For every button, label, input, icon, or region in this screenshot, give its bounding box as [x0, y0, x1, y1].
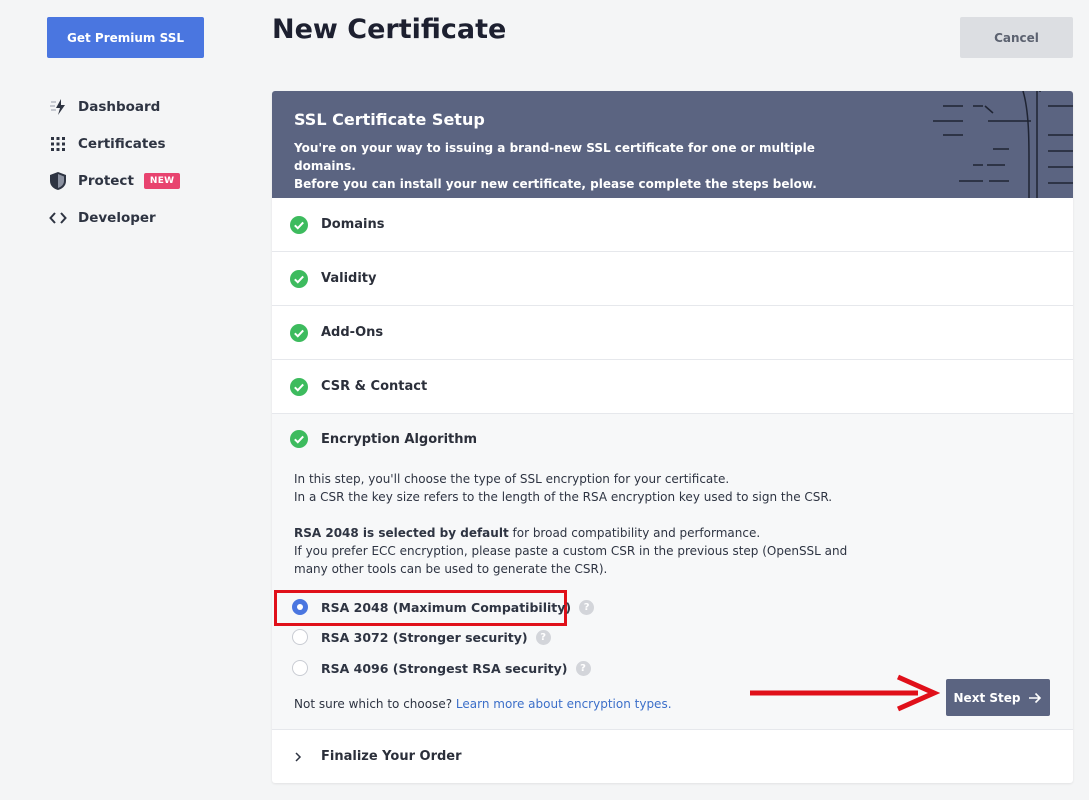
- step-label: Finalize Your Order: [321, 749, 462, 764]
- radio-rsa-2048[interactable]: RSA 2048 (Maximum Compatibility) ?: [292, 599, 595, 615]
- intro-line: In a CSR the key size refers to the leng…: [294, 490, 833, 504]
- encryption-intro: In this step, you'll choose the type of …: [294, 470, 854, 506]
- radio-label: RSA 2048 (Maximum Compatibility): [321, 599, 572, 615]
- step-validity[interactable]: Validity: [272, 252, 1073, 306]
- sidebar-item-label: Developer: [78, 209, 156, 226]
- new-badge: NEW: [143, 172, 181, 189]
- check-circle-icon: [290, 269, 308, 288]
- radio-button[interactable]: [292, 629, 308, 645]
- encryption-default-note: RSA 2048 is selected by default for broa…: [294, 524, 854, 578]
- radio-button-selected[interactable]: [292, 599, 308, 615]
- circuit-decoration-icon: [933, 91, 1073, 198]
- check-circle-icon: [290, 377, 308, 396]
- hero-desc-line: You're on your way to issuing a brand-ne…: [294, 141, 815, 173]
- radio-rsa-4096[interactable]: RSA 4096 (Strongest RSA security) ?: [292, 660, 591, 676]
- default-note-bold: RSA 2048 is selected by default: [294, 526, 509, 540]
- page-title: New Certificate: [272, 14, 507, 45]
- step-label: CSR & Contact: [321, 379, 428, 394]
- red-arrow-annotation-icon: [750, 674, 940, 712]
- sidebar-item-certificates[interactable]: Certificates: [48, 125, 180, 162]
- help-icon[interactable]: ?: [579, 599, 595, 615]
- radio-button[interactable]: [292, 660, 308, 676]
- radio-label: RSA 3072 (Stronger security): [321, 629, 528, 645]
- grid-icon: [48, 134, 68, 154]
- default-note-rest: for broad compatibility and performance.: [508, 526, 761, 540]
- step-encryption-algorithm: Encryption Algorithm In this step, you'l…: [272, 414, 1073, 730]
- radio-rsa-3072[interactable]: RSA 3072 (Stronger security) ?: [292, 629, 551, 645]
- sidebar-item-label: Certificates: [78, 135, 166, 152]
- default-note-line: If you prefer ECC encryption, please pas…: [294, 544, 848, 558]
- sidebar-item-label: Protect: [78, 172, 134, 189]
- step-csr-contact[interactable]: CSR & Contact: [272, 360, 1073, 414]
- chevron-right-icon: [295, 751, 302, 762]
- setup-hero-banner: SSL Certificate Setup You're on your way…: [272, 91, 1073, 198]
- step-header[interactable]: Encryption Algorithm: [272, 414, 1073, 464]
- hint-text: Not sure which to choose?: [294, 697, 456, 711]
- intro-line: In this step, you'll choose the type of …: [294, 472, 730, 486]
- code-icon: [48, 208, 68, 228]
- help-icon[interactable]: ?: [535, 629, 551, 645]
- step-label: Domains: [321, 217, 385, 232]
- check-circle-icon: [290, 215, 308, 234]
- cancel-button[interactable]: Cancel: [960, 17, 1073, 58]
- learn-more-link[interactable]: Learn more about encryption types.: [456, 697, 672, 711]
- certificate-setup-card: SSL Certificate Setup You're on your way…: [272, 91, 1073, 783]
- arrow-right-icon: [1029, 692, 1042, 703]
- hero-desc-line: Before you can install your new certific…: [294, 177, 817, 191]
- step-label: Add-Ons: [321, 325, 384, 340]
- sidebar-item-developer[interactable]: Developer: [48, 199, 180, 236]
- help-icon[interactable]: ?: [575, 660, 591, 676]
- hero-title: SSL Certificate Setup: [294, 110, 485, 129]
- default-note-line: many other tools can be used to generate…: [294, 562, 608, 576]
- encryption-help-hint: Not sure which to choose? Learn more abo…: [294, 697, 672, 711]
- get-premium-ssl-button[interactable]: Get Premium SSL: [47, 17, 204, 58]
- check-circle-icon: [290, 430, 308, 448]
- check-circle-icon: [290, 323, 308, 342]
- hero-description: You're on your way to issuing a brand-ne…: [294, 139, 854, 193]
- sidebar-nav: Dashboard Certificates Protect NEW Devel…: [48, 88, 181, 236]
- step-label: Validity: [321, 271, 377, 286]
- default-note-line: RSA 2048 is selected by default for broa…: [294, 524, 854, 542]
- step-domains[interactable]: Domains: [272, 198, 1073, 252]
- step-add-ons[interactable]: Add-Ons: [272, 306, 1073, 360]
- radio-label: RSA 4096 (Strongest RSA security): [321, 660, 568, 676]
- step-finalize-order[interactable]: Finalize Your Order: [272, 730, 1073, 783]
- dashboard-icon: [48, 97, 68, 117]
- shield-icon: [48, 171, 68, 191]
- next-step-button[interactable]: Next Step: [946, 679, 1050, 716]
- sidebar-item-dashboard[interactable]: Dashboard: [48, 88, 180, 125]
- sidebar-item-label: Dashboard: [78, 98, 161, 115]
- sidebar-item-protect[interactable]: Protect NEW: [48, 162, 181, 199]
- next-step-label: Next Step: [953, 690, 1021, 705]
- step-label: Encryption Algorithm: [321, 431, 478, 447]
